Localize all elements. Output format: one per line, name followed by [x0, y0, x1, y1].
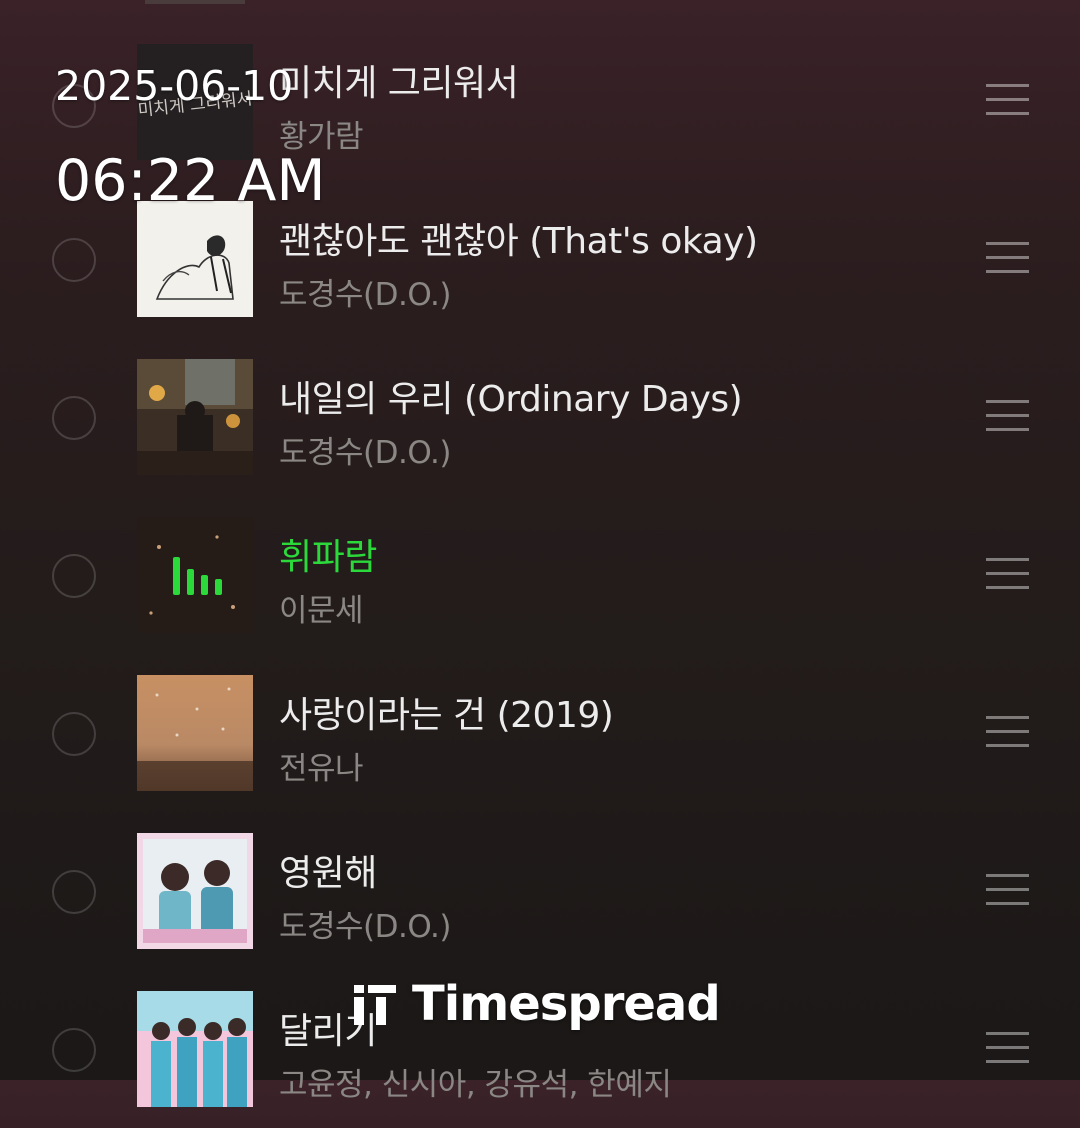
select-circle-icon[interactable]: [52, 712, 96, 756]
timespread-logo-icon: [354, 985, 396, 1025]
song-artist: 도경수(D.O.): [279, 277, 451, 313]
drag-handle-icon[interactable]: [986, 242, 1029, 274]
drag-handle-icon[interactable]: [986, 1032, 1029, 1064]
playlist-row[interactable]: 사랑이라는 건 (2019) 전유나: [0, 654, 1080, 812]
album-art: [137, 359, 253, 475]
select-circle-icon[interactable]: [52, 238, 96, 282]
playlist-row-now-playing[interactable]: 휘파람 이문세: [0, 496, 1080, 654]
watermark: Timespread: [352, 976, 721, 1032]
song-title: 미치게 그리워서: [279, 63, 519, 104]
song-title: 사랑이라는 건 (2019): [279, 695, 614, 736]
select-circle-icon[interactable]: [52, 396, 96, 440]
song-title: 휘파람: [279, 537, 377, 578]
select-circle-icon[interactable]: [52, 1028, 96, 1072]
drag-handle-icon[interactable]: [986, 716, 1029, 748]
drag-handle-icon[interactable]: [986, 558, 1029, 590]
song-title: 내일의 우리 (Ordinary Days): [279, 379, 743, 420]
song-artist: 이문세: [279, 593, 364, 629]
album-art: [137, 833, 253, 949]
timestamp-date: 2025-06-10: [55, 62, 294, 110]
playlist-row[interactable]: 내일의 우리 (Ordinary Days) 도경수(D.O.): [0, 338, 1080, 496]
song-artist: 고윤정, 신시아, 강유석, 한예지: [279, 1067, 672, 1103]
album-art: [137, 517, 253, 633]
song-artist: 전유나: [279, 751, 364, 787]
song-artist: 도경수(D.O.): [279, 435, 451, 471]
album-art: [137, 675, 253, 791]
drag-handle-icon[interactable]: [986, 400, 1029, 432]
song-title: 영원해: [279, 853, 377, 894]
select-circle-icon[interactable]: [52, 870, 96, 914]
timestamp-time: 06:22 AM: [55, 148, 326, 214]
previous-album-art-edge: [145, 0, 245, 4]
album-art: [137, 991, 253, 1107]
watermark-text: Timespread: [412, 976, 721, 1032]
drag-handle-icon[interactable]: [986, 874, 1029, 906]
select-circle-icon[interactable]: [52, 554, 96, 598]
album-art: [137, 201, 253, 317]
song-artist: 도경수(D.O.): [279, 909, 451, 945]
playlist-row[interactable]: 영원해 도경수(D.O.): [0, 812, 1080, 970]
song-title: 괜찮아도 괜찮아 (That's okay): [279, 221, 758, 262]
drag-handle-icon[interactable]: [986, 84, 1029, 116]
